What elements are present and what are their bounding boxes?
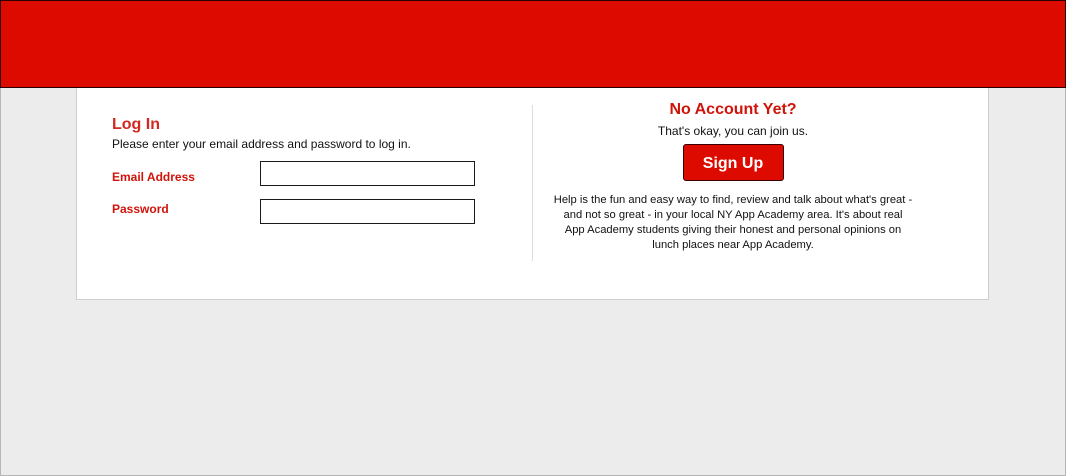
password-label: Password	[112, 202, 169, 216]
login-description: Please enter your email address and pass…	[112, 137, 411, 151]
sign-up-button[interactable]: Sign Up	[682, 144, 784, 181]
password-field[interactable]	[260, 199, 475, 224]
signup-subtitle: That's okay, you can join us.	[657, 124, 809, 138]
signup-section: No Account Yet? That's okay, you can joi…	[533, 100, 933, 253]
email-label: Email Address	[112, 170, 195, 184]
signup-blurb: Help is the fun and easy way to find, re…	[553, 194, 913, 251]
auth-panel: Log In Please enter your email address a…	[76, 86, 989, 300]
header-bar	[0, 0, 1066, 88]
login-title: Log In	[112, 116, 160, 133]
signup-title: No Account Yet?	[669, 101, 797, 118]
email-field[interactable]	[260, 161, 475, 186]
